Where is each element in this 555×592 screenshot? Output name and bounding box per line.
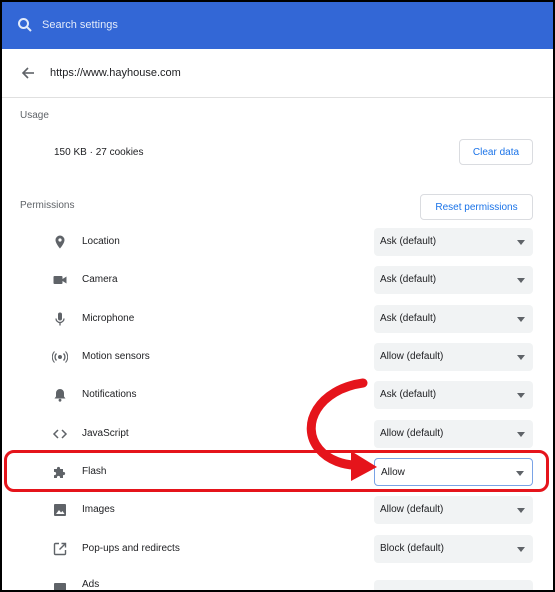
images-select[interactable]: Allow (default) [374, 496, 533, 524]
site-url: https://www.hayhouse.com [50, 67, 181, 79]
microphone-select[interactable]: Ask (default) [374, 305, 533, 333]
permission-row-javascript: JavaScript Allow (default) [2, 415, 553, 453]
dropdown-arrow-icon [517, 547, 525, 552]
dropdown-arrow-icon [517, 432, 525, 437]
dropdown-arrow-icon [517, 278, 525, 283]
select-value: Ask (default) [380, 389, 437, 400]
code-icon [52, 426, 68, 442]
select-value: Ask (default) [380, 274, 437, 285]
settings-window: Search settings https://www.hayhouse.com… [0, 0, 555, 592]
search-icon [16, 16, 34, 34]
back-arrow-icon[interactable] [20, 65, 36, 81]
select-value: Allow (default) [380, 428, 444, 439]
flash-row-highlight [4, 450, 549, 492]
dropdown-arrow-icon [517, 317, 525, 322]
divider [2, 97, 553, 98]
permission-label: Camera [82, 274, 118, 285]
select-value: Allow (default) [380, 504, 444, 515]
permission-row-notifications: Notifications Ask (default) [2, 376, 553, 414]
permission-row-motion-sensors: Motion sensors Allow (default) [2, 338, 553, 376]
permission-row-microphone: Microphone Ask (default) [2, 300, 553, 338]
select-value: Allow (default) [380, 351, 444, 362]
permissions-heading: Permissions [20, 200, 75, 211]
dropdown-arrow-icon [517, 508, 525, 513]
curved-arrow-icon [306, 378, 377, 481]
permission-label: Location [82, 236, 120, 247]
ads-icon [52, 580, 68, 590]
search-input[interactable]: Search settings [42, 19, 118, 31]
usage-summary: 150 KB · 27 cookies [54, 147, 144, 158]
motion-sensors-select[interactable]: Allow (default) [374, 343, 533, 371]
usage-heading: Usage [20, 110, 49, 121]
bell-icon [52, 387, 68, 403]
permission-row-camera: Camera Ask (default) [2, 261, 553, 299]
permission-row-images: Images Allow (default) [2, 491, 553, 529]
javascript-select[interactable]: Allow (default) [374, 420, 533, 448]
permission-row-ads: Ads [2, 568, 553, 590]
camera-icon [52, 272, 68, 288]
ads-select[interactable] [374, 580, 533, 590]
location-select[interactable]: Ask (default) [374, 228, 533, 256]
reset-permissions-button[interactable]: Reset permissions [420, 194, 533, 220]
select-value: Block (default) [380, 543, 444, 554]
permission-label: Microphone [82, 313, 135, 324]
camera-select[interactable]: Ask (default) [374, 266, 533, 294]
permission-row-popups: Pop-ups and redirects Block (default) [2, 530, 553, 568]
select-value: Ask (default) [380, 313, 437, 324]
permission-label: Pop-ups and redirects [82, 543, 180, 554]
popup-icon [52, 541, 68, 557]
dropdown-arrow-icon [517, 240, 525, 245]
dropdown-arrow-icon [517, 355, 525, 360]
dropdown-arrow-icon [517, 393, 525, 398]
permission-label: Ads [82, 579, 100, 590]
permission-label: Images [82, 504, 115, 515]
permission-label: JavaScript [82, 428, 129, 439]
permission-row-location: Location Ask (default) [2, 223, 553, 261]
clear-data-button[interactable]: Clear data [459, 139, 533, 165]
select-value: Ask (default) [380, 236, 437, 247]
notifications-select[interactable]: Ask (default) [374, 381, 533, 409]
search-bar[interactable]: Search settings [2, 2, 553, 49]
permission-label: Motion sensors [82, 351, 150, 362]
permission-label: Notifications [82, 389, 137, 400]
motion-sensors-icon [51, 349, 69, 365]
location-icon [52, 234, 68, 250]
popups-select[interactable]: Block (default) [374, 535, 533, 563]
image-icon [52, 502, 68, 518]
microphone-icon [52, 311, 68, 327]
